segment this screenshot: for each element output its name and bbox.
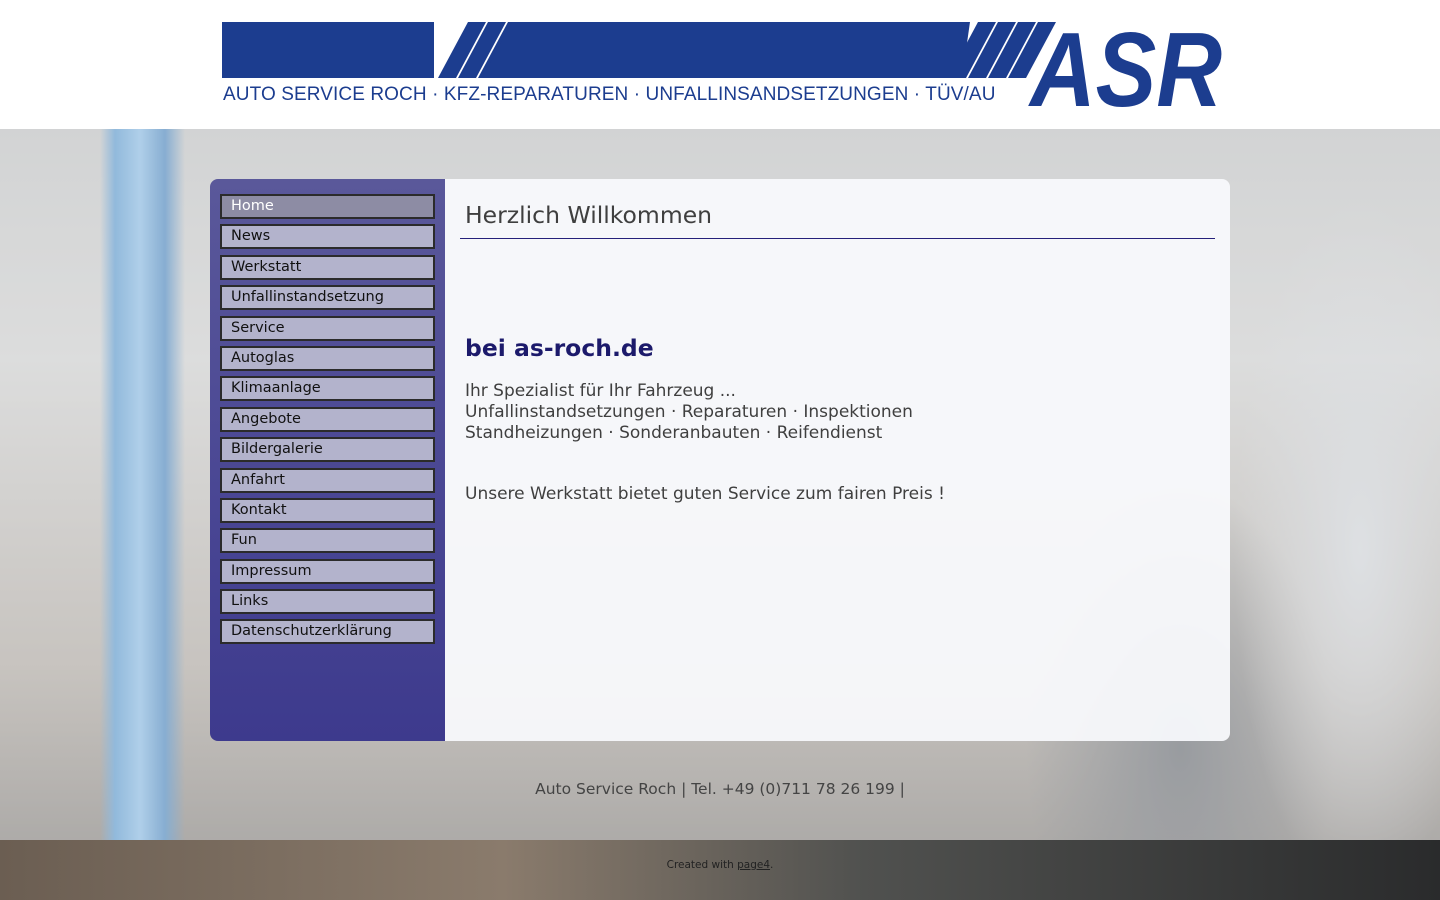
sidebar-item-kontakt[interactable]: Kontakt	[220, 497, 435, 523]
sidebar-item-fun[interactable]: Fun	[220, 528, 435, 554]
logo-tagline: AUTO SERVICE ROCH · KFZ-REPARATUREN · UN…	[223, 84, 996, 105]
site-header: ASR AUTO SERVICE ROCH · KFZ-REPARATUREN …	[0, 0, 1440, 129]
sidebar-item-bildergalerie[interactable]: Bildergalerie	[220, 437, 435, 463]
sidebar-item-autoglas[interactable]: Autoglas	[220, 345, 435, 371]
sidebar-item-links[interactable]: Links	[220, 589, 435, 615]
page-title: Herzlich Willkommen	[460, 201, 1215, 239]
sidebar-item-impressum[interactable]: Impressum	[220, 558, 435, 584]
intro-line: Ihr Spezialist für Ihr Fahrzeug ...	[465, 381, 736, 401]
logo-letters: ASR	[1027, 20, 1222, 108]
footer-contact: Auto Service Roch | Tel. +49 (0)711 78 2…	[535, 780, 905, 798]
credit-prefix: Created with	[666, 859, 734, 871]
sidebar-item-unfallinstandsetzung[interactable]: Unfallinstandsetzung	[220, 285, 435, 311]
sidebar-item-klimaanlage[interactable]: Klimaanlage	[220, 376, 435, 402]
sidebar-nav: Home News Werkstatt Unfallinstandsetzung Ser…	[210, 179, 445, 741]
intro-line: Unfallinstandsetzungen · Reparaturen · I…	[465, 402, 913, 422]
sidebar-item-service[interactable]: Service	[220, 315, 435, 341]
sidebar-item-anfahrt[interactable]: Anfahrt	[220, 467, 435, 493]
sidebar-item-werkstatt[interactable]: Werkstatt	[220, 254, 435, 280]
footer-credit: Created with page4.	[0, 859, 1440, 871]
page-subtitle: bei as-roch.de	[465, 334, 654, 362]
content-area: Herzlich Willkommen bei as-roch.de Ihr S…	[445, 179, 1230, 741]
page4-link[interactable]: page4	[737, 859, 770, 871]
intro-text: Ihr Spezialist für Ihr Fahrzeug ... Unfa…	[460, 381, 1215, 444]
service-tagline: Unsere Werkstatt bietet guten Service zu…	[465, 484, 945, 504]
main-container: Home News Werkstatt Unfallinstandsetzung Ser…	[210, 179, 1230, 741]
credit-suffix: .	[770, 859, 774, 871]
intro-line: Standheizungen · Sonderanbauten · Reifen…	[465, 423, 883, 443]
sidebar-item-home[interactable]: Home	[220, 194, 435, 219]
sidebar-item-angebote[interactable]: Angebote	[220, 406, 435, 432]
sidebar-item-news[interactable]: News	[220, 224, 435, 250]
sidebar-item-datenschutzerklärung[interactable]: Datenschutzerklärung	[220, 619, 435, 645]
